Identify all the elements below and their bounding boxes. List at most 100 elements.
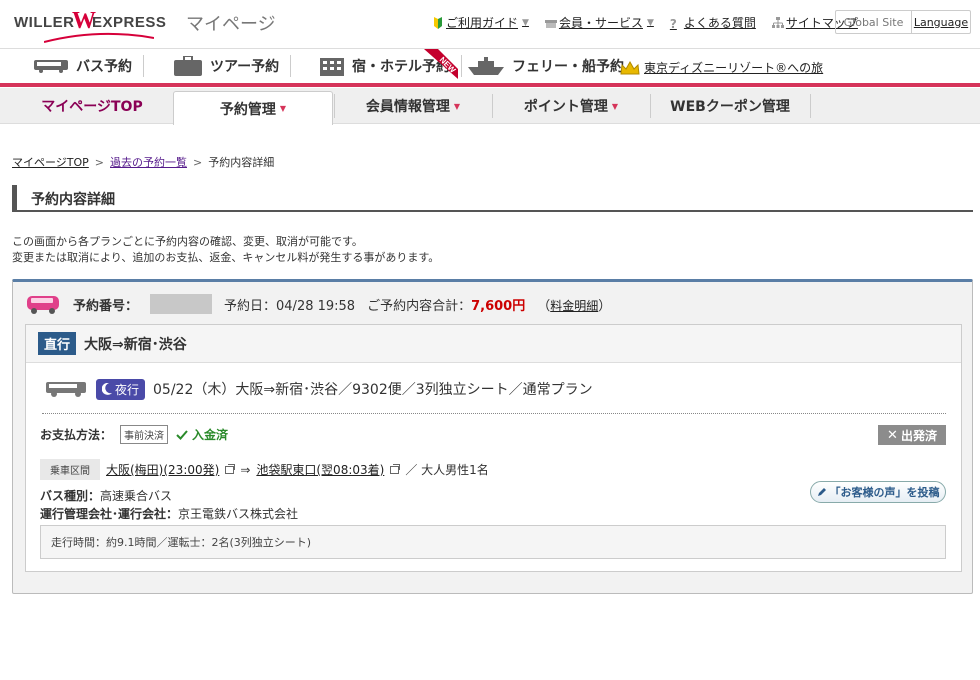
disney-link-label[interactable]: 東京ディズニーリゾート®への旅 xyxy=(644,59,823,76)
route-name: 大阪⇒新宿･渋谷 xyxy=(84,336,187,353)
departure-stop-link[interactable]: 大阪(梅田)(23:00発) xyxy=(106,461,219,478)
reservation-number-masked xyxy=(150,294,213,314)
logo-swoosh-icon xyxy=(44,32,154,43)
section-divider xyxy=(42,413,946,414)
fee-detail-link[interactable]: 料金明細 xyxy=(550,299,598,313)
runtime-info: 走行時間：約9.1時間／運転士：2名(3列独立シート) xyxy=(40,525,946,559)
tab-tour-reservation-label: ツアー予約 xyxy=(210,59,280,75)
payment-status: 入金済 xyxy=(176,426,228,443)
tab-ferry-reservation[interactable]: フェリー・船予約 xyxy=(468,51,624,81)
night-badge: 夜行 xyxy=(96,378,146,400)
payment-row: お支払方法： 事前決済 入金済 xyxy=(40,425,228,444)
operator-value: 京王電鉄バス株式会社 xyxy=(178,507,299,521)
breadcrumb-current: 予約内容詳細 xyxy=(208,156,275,169)
fee-link-wrapper: （料金明細） xyxy=(537,295,611,314)
subnav-reservation-management[interactable]: 予約管理 ▼ xyxy=(173,91,333,125)
bus-icon xyxy=(34,60,68,73)
fee-link-open: （ xyxy=(537,298,551,314)
ride-segment-row: 乗車区間 大阪(梅田)(23:00発) ⇒ 池袋駅東口(翌08:03着) ／ 大… xyxy=(40,459,489,480)
chevron-down-icon: ▼ xyxy=(522,17,529,28)
subnav-web-coupon-label: WEBクーポン管理 xyxy=(670,99,790,115)
reservation-summary: 予約番号： 予約日：04/28 19:58 ご予約内容合計： 7,600円 （料… xyxy=(25,292,611,316)
operator-label: 運行管理会社･運行会社： xyxy=(40,507,179,521)
chevron-down-icon: ▼ xyxy=(646,17,654,28)
bus-icon xyxy=(46,382,86,397)
payment-method-label: お支払方法： xyxy=(40,428,113,442)
moon-icon xyxy=(102,383,112,395)
language-switcher: Global Site Language xyxy=(835,10,971,34)
pink-bus-icon xyxy=(27,296,59,314)
route-card: 直行 大阪⇒新宿･渋谷 夜行 05/22（木）大阪⇒新宿･渋谷／9302便／3列… xyxy=(25,324,962,572)
subnav-member-info[interactable]: 会員情報管理 ▼ xyxy=(334,88,492,124)
post-customer-voice-button[interactable]: 「お客様の声」を投稿 xyxy=(810,481,946,503)
ship-icon xyxy=(468,57,504,75)
chevron-down-icon: ▼ xyxy=(611,101,619,111)
pencil-icon xyxy=(817,488,826,496)
global-site-link[interactable]: Global Site xyxy=(836,11,912,33)
direct-badge: 直行 xyxy=(38,332,77,355)
member-service-link-label: 会員・サービス xyxy=(558,16,643,30)
crown-icon xyxy=(620,60,640,74)
tab-bus-reservation[interactable]: バス予約 xyxy=(34,51,144,81)
reservation-number-label: 予約番号： xyxy=(73,298,139,314)
reservation-total-label: ご予約内容合計： xyxy=(367,298,472,314)
question-icon: ? xyxy=(669,16,677,31)
external-window-icon[interactable] xyxy=(390,463,401,474)
new-ribbon-icon: NEW xyxy=(424,49,458,79)
subnav-point-management[interactable]: ポイント管理 ▼ xyxy=(492,88,650,124)
departed-status: ✕ 出発済 xyxy=(878,425,946,445)
hotel-icon xyxy=(320,58,344,76)
fee-link-close: ） xyxy=(598,298,612,314)
breadcrumb-mypage-top[interactable]: マイページTOP xyxy=(12,154,89,170)
suitcase-icon xyxy=(174,56,202,76)
trip-summary: 夜行 05/22（木）大阪⇒新宿･渋谷／9302便／3列独立シート／通常プラン xyxy=(46,377,593,401)
intro-line-1: この画面から各プランごとに予約内容の確認、変更、取消が可能です。 xyxy=(12,235,363,248)
external-window-icon[interactable] xyxy=(225,463,236,474)
faq-link[interactable]: ? よくある質問 xyxy=(670,14,756,31)
subnav-mypage-top-label: マイページTOP xyxy=(41,99,143,115)
night-badge-label: 夜行 xyxy=(115,382,140,397)
prepaid-badge: 事前決済 xyxy=(120,425,169,444)
service-tab-bar: バス予約 ツアー予約 宿・ホテル予約 NEW フェリー・船予約 東京ディズニーリ… xyxy=(0,48,980,87)
checkmark-icon xyxy=(176,429,188,440)
intro-line-2: 変更または取消により、追加のお支払、返金、キャンセル料が発生する事があります。 xyxy=(12,251,440,264)
member-service-link[interactable]: 会員・サービス ▼ xyxy=(544,14,654,31)
tab-tour-reservation[interactable]: ツアー予約 xyxy=(174,51,292,81)
breadcrumb-separator-icon: > xyxy=(94,155,105,169)
passenger-info: ／ 大人男性1名 xyxy=(405,463,489,477)
operator-row: 運行管理会社･運行会社：京王電鉄バス株式会社 xyxy=(40,505,298,522)
intro-text: この画面から各プランごとに予約内容の確認、変更、取消が可能です。 変更または取消… xyxy=(12,234,439,266)
ride-segment-label: 乗車区間 xyxy=(40,459,100,480)
bus-type-label: バス種別： xyxy=(40,489,101,503)
breadcrumb-past-reservations[interactable]: 過去の予約一覧 xyxy=(110,154,187,170)
departed-status-label: 出発済 xyxy=(900,428,937,443)
guide-link[interactable]: ご利用ガイド ▼ xyxy=(432,14,529,31)
logo-text-express: EXPRESS xyxy=(92,14,167,31)
gift-icon xyxy=(544,19,557,28)
mypage-subnav: マイページTOP 予約管理 ▼ 会員情報管理 ▼ ポイント管理 ▼ WEBクーポン管理 xyxy=(0,88,980,125)
chevron-down-icon: ▼ xyxy=(279,104,287,113)
guide-link-label: ご利用ガイド xyxy=(446,16,519,30)
trip-text: 05/22（木）大阪⇒新宿･渋谷／9302便／3列独立シート／通常プラン xyxy=(153,382,593,398)
site-header: WILLER W EXPRESS マイページ ご利用ガイド ▼ 会員・サービス … xyxy=(0,0,980,48)
tab-ferry-reservation-label: フェリー・船予約 xyxy=(512,59,624,75)
subnav-reservation-management-label: 予約管理 xyxy=(219,101,276,118)
arrival-stop-link[interactable]: 池袋駅東口(翌08:03着) xyxy=(256,461,384,478)
disney-link[interactable]: 東京ディズニーリゾート®への旅 xyxy=(620,59,823,76)
tab-bus-reservation-label: バス予約 xyxy=(76,59,132,75)
subnav-point-management-label: ポイント管理 xyxy=(523,99,608,115)
willer-express-logo[interactable]: WILLER W EXPRESS xyxy=(14,6,174,43)
breadcrumb-separator-icon: > xyxy=(193,155,203,169)
subnav-web-coupon[interactable]: WEBクーポン管理 xyxy=(650,88,810,124)
reservation-total-value: 7,600円 xyxy=(471,298,526,314)
chevron-down-icon: ▼ xyxy=(453,101,461,111)
bus-type-row: バス種別：高速乗合バス xyxy=(40,487,172,504)
faq-link-label: よくある質問 xyxy=(683,16,756,30)
top-links: ご利用ガイド ▼ 会員・サービス ▼ ? よくある質問 サイトマップ xyxy=(432,14,858,31)
breadcrumb: マイページTOP > 過去の予約一覧 > 予約内容詳細 xyxy=(12,154,274,170)
subnav-mypage-top[interactable]: マイページTOP xyxy=(12,88,172,124)
page-title: 予約内容詳細 xyxy=(31,192,115,208)
post-customer-voice-label: 「お客様の声」を投稿 xyxy=(829,486,940,499)
language-link[interactable]: Language xyxy=(912,11,970,33)
mypage-title: マイページ xyxy=(186,14,276,35)
